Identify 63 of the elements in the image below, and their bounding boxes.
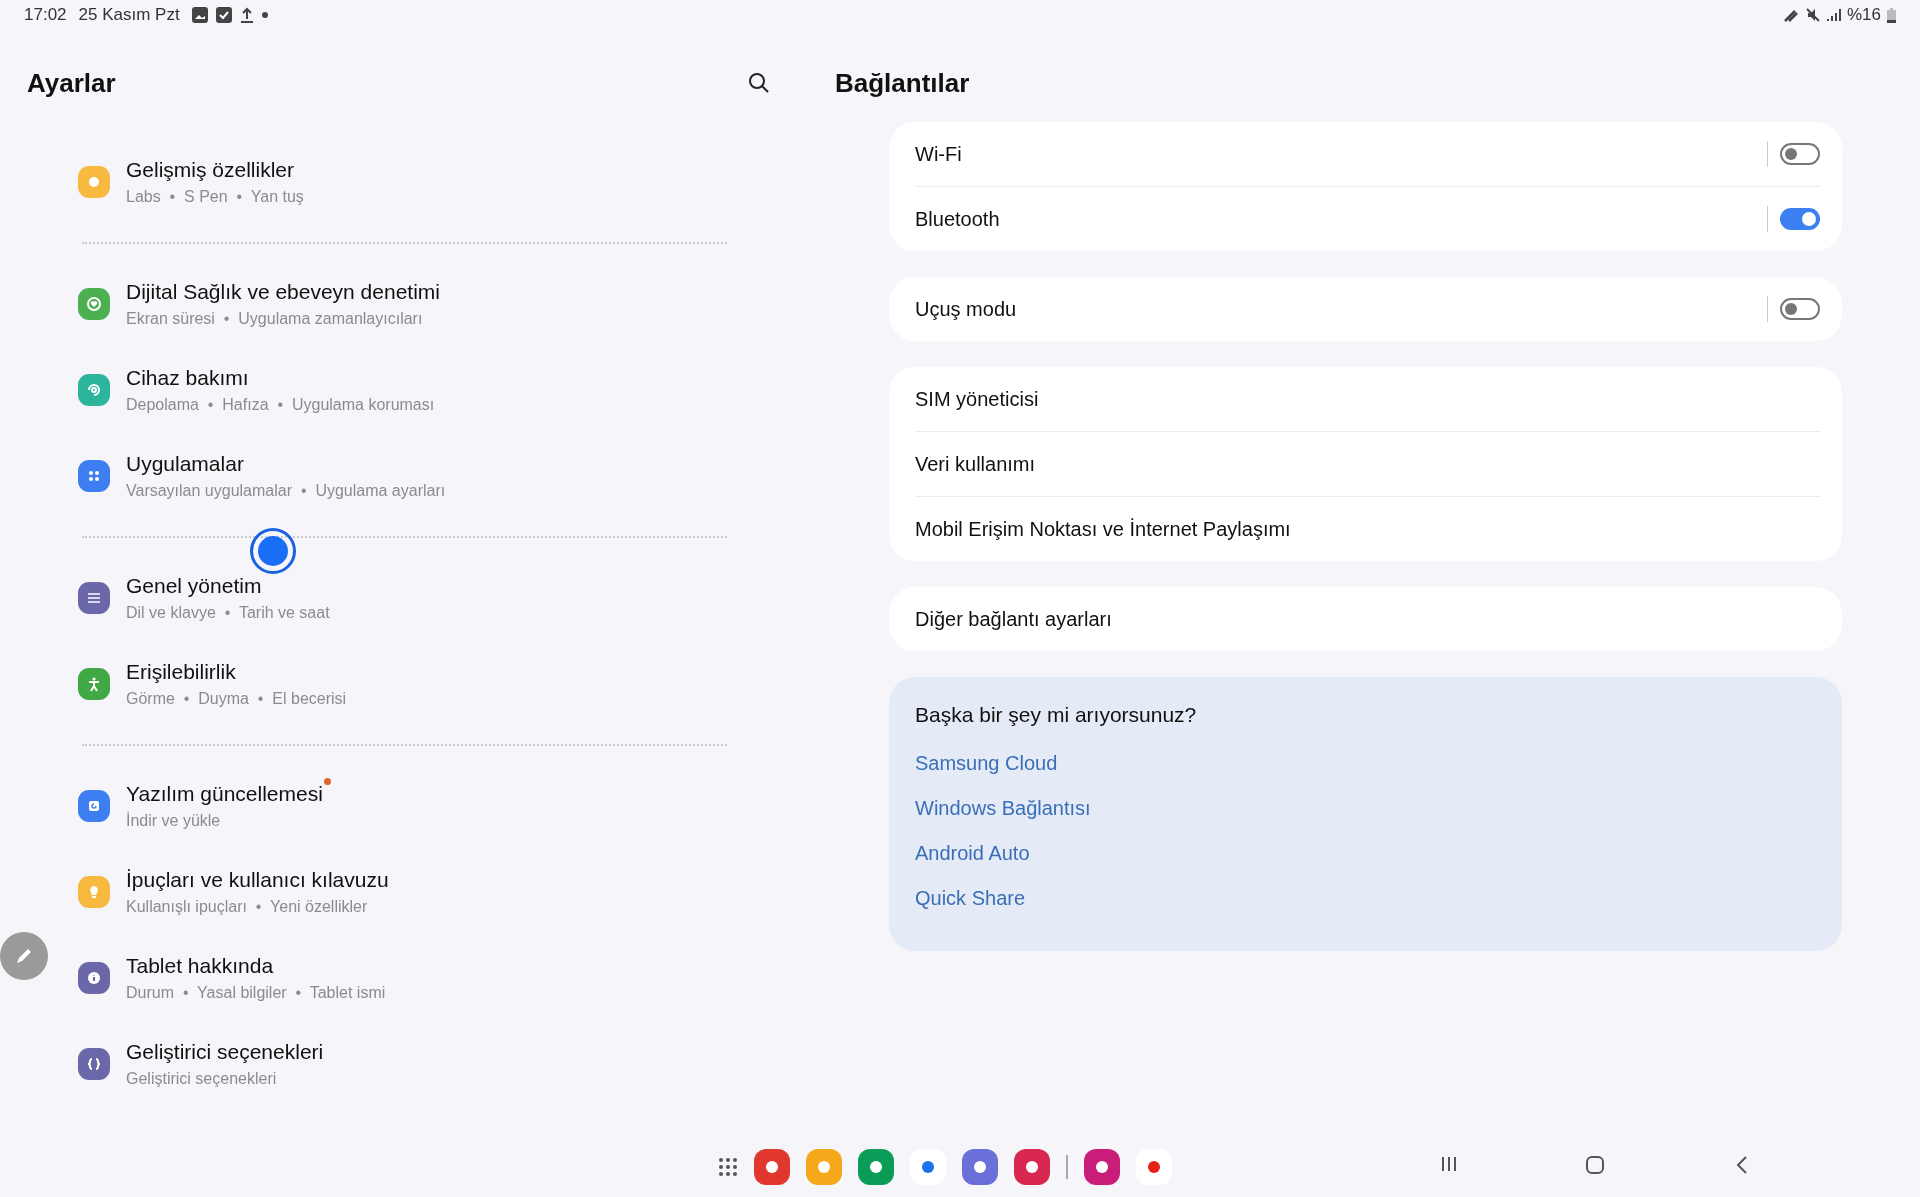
setting-label[interactable]: Diğer bağlantı ayarları: [915, 607, 1820, 631]
setting-label[interactable]: Bluetooth: [915, 207, 1767, 231]
item-subtitle: Varsayılan uygulamalar • Uygulama ayarları: [126, 482, 446, 500]
item-subtitle: İndir ve yükle: [126, 812, 222, 830]
item-title: Tablet hakkında: [126, 954, 274, 977]
toggle-switch[interactable]: [1780, 298, 1820, 320]
setting-label[interactable]: Uçuş modu: [915, 297, 1767, 321]
item-subtitle: Dil ve klavye • Tarih ve saat: [126, 604, 330, 622]
item-subtitle: Depolama • Hafıza • Uygulama koruması: [126, 396, 435, 414]
item-title: Erişilebilirlik: [126, 660, 236, 683]
setting-label[interactable]: Mobil Erişim Noktası ve İnternet Paylaşımı: [915, 517, 1820, 541]
item-title: Dijital Sağlık ve ebeveyn denetimi: [126, 280, 440, 303]
floating-pen-button[interactable]: [0, 932, 48, 980]
item-title: Genel yönetim: [126, 574, 262, 597]
settings-item[interactable]: Geliştirici seçenekleri Geliştirici seçenekleri: [78, 1040, 727, 1088]
settings-title: Ayarlar: [27, 67, 116, 99]
item-title: Yazılım güncellemesi: [126, 782, 323, 805]
settings-item[interactable]: İpuçları ve kullanıcı kılavuzu Kullanışlı ipuçları • Yeni özellikler: [78, 868, 727, 916]
toggle-switch[interactable]: [1780, 143, 1820, 165]
setting-label[interactable]: Wi-Fi: [915, 142, 1767, 166]
signal-icon: [1826, 8, 1841, 22]
setting-label[interactable]: SIM yöneticisi: [915, 387, 1820, 411]
status-time: 17:02: [24, 5, 67, 25]
settings-item[interactable]: Cihaz bakımı Depolama • Hafıza • Uygulama koruması: [78, 366, 727, 414]
detail-title: Bağlantılar: [835, 67, 970, 99]
settings-item[interactable]: Tablet hakkında Durum • Yasal bilgiler • Tablet ismi: [78, 954, 727, 1002]
item-title: Geliştirici seçenekleri: [126, 1040, 324, 1063]
dot-icon: [261, 12, 268, 18]
toggle-switch[interactable]: [1780, 208, 1820, 230]
battery-percent: %16: [1846, 5, 1881, 25]
item-subtitle: Labs • S Pen • Yan tuş: [126, 188, 304, 206]
item-subtitle: Ekran süresi • Uygulama zamanlayıcıları: [126, 310, 424, 328]
mute-icon: [1804, 7, 1821, 23]
home-icon[interactable]: [1585, 1155, 1605, 1175]
settings-item[interactable]: Genel yönetim Dil ve klavye • Tarih ve saat: [78, 574, 727, 622]
suggestion-link[interactable]: Samsung Cloud: [915, 741, 1058, 786]
item-subtitle: Kullanışlı ipuçları • Yeni özellikler: [126, 898, 369, 916]
settings-item[interactable]: Gelişmiş özellikler Labs • S Pen • Yan tuş: [78, 158, 727, 206]
recents-icon[interactable]: [1440, 1155, 1458, 1173]
item-subtitle: Geliştirici seçenekleri: [126, 1070, 278, 1088]
gallery-icon: [191, 7, 208, 23]
suggestion-link[interactable]: Windows Bağlantısı: [915, 786, 1091, 831]
suggestion-link[interactable]: Quick Share: [915, 876, 1026, 921]
item-subtitle: Durum • Yasal bilgiler • Tablet ismi: [126, 984, 386, 1002]
suggestion-link[interactable]: Android Auto: [915, 831, 1030, 876]
settings-item[interactable]: Dijital Sağlık ve ebeveyn denetimi Ekran süresi • Uygulama zamanlayıcıları: [78, 280, 727, 328]
search-icon[interactable]: [748, 72, 770, 94]
item-subtitle: Görme • Duyma • El becerisi: [126, 690, 347, 708]
checkbox-icon: [215, 7, 232, 23]
item-title: İpuçları ve kullanıcı kılavuzu: [126, 868, 389, 891]
item-title: Uygulamalar: [126, 452, 244, 475]
settings-item[interactable]: Erişilebilirlik Görme • Duyma • El becerisi: [78, 660, 727, 708]
item-title: Cihaz bakımı: [126, 366, 249, 389]
suggestions-title: Başka bir şey mi arıyorsunuz?: [915, 703, 1198, 727]
settings-item[interactable]: Yazılım güncellemesi İndir ve yükle: [78, 782, 727, 830]
app-drawer-icon[interactable]: [718, 1157, 738, 1177]
status-date: 25 Kasım Pzt: [78, 5, 180, 25]
back-icon[interactable]: [1735, 1155, 1749, 1175]
battery-icon: [1887, 7, 1896, 23]
item-title: Gelişmiş özellikler: [126, 158, 295, 181]
upload-icon: [239, 7, 254, 23]
setting-label[interactable]: Veri kullanımı: [915, 452, 1820, 476]
settings-item[interactable]: Uygulamalar Varsayılan uygulamalar • Uygulama ayarları: [78, 452, 727, 500]
